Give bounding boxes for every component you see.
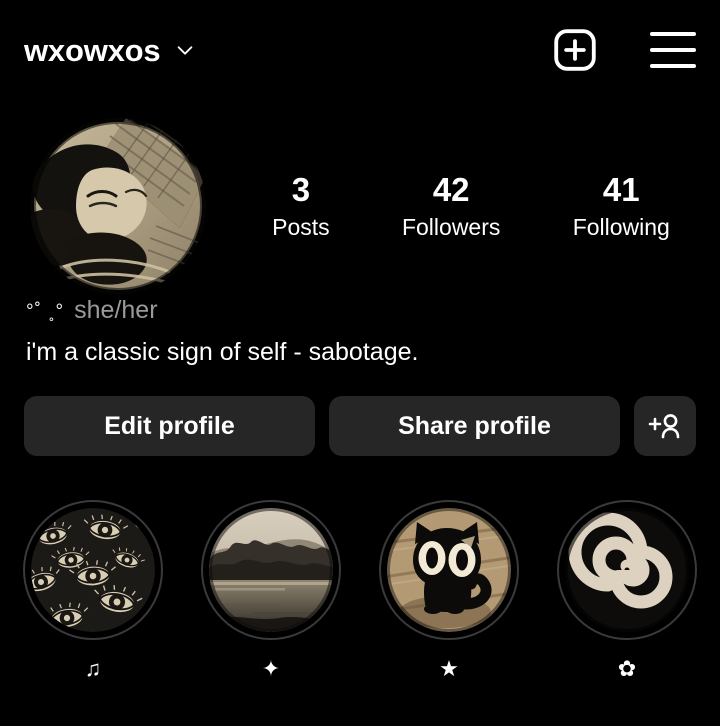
highlight-ring bbox=[23, 500, 163, 640]
highlight-cover-cat bbox=[387, 508, 511, 632]
new-post-button[interactable] bbox=[552, 27, 598, 73]
highlight-eyes[interactable]: ♫ bbox=[18, 500, 168, 682]
stats-row: 3 Posts 42 Followers 41 Following bbox=[206, 171, 720, 241]
menu-button[interactable] bbox=[650, 32, 696, 68]
highlight-landscape[interactable]: ✦ bbox=[196, 500, 346, 682]
highlight-spiral[interactable]: ✿ bbox=[552, 500, 702, 682]
posts-count: 3 bbox=[291, 170, 311, 208]
highlight-ring bbox=[557, 500, 697, 640]
bio-text: i'm a classic sign of self - sabotage. bbox=[26, 338, 419, 366]
highlight-cat[interactable]: ★ bbox=[374, 500, 524, 682]
posts-label: Posts bbox=[272, 213, 330, 240]
highlight-cover-eyes bbox=[31, 508, 155, 632]
profile-action-buttons: Edit profile Share profile bbox=[24, 396, 696, 456]
sparkle-decoration: °˚ ˳° bbox=[26, 301, 65, 322]
profile-summary-row: 3 Posts 42 Followers 41 Following bbox=[0, 118, 720, 294]
chevron-down-icon bbox=[178, 46, 193, 55]
eyes-pattern-image bbox=[31, 508, 155, 632]
account-switcher[interactable]: wxowxos bbox=[24, 35, 196, 66]
story-highlights: ♫ ✦ ★ ✿ bbox=[0, 500, 720, 682]
following-count: 41 bbox=[602, 170, 640, 208]
followers-label: Followers bbox=[401, 213, 501, 240]
highlight-label: ✿ bbox=[617, 656, 637, 681]
edit-profile-button[interactable]: Edit profile bbox=[24, 396, 315, 456]
share-profile-button[interactable]: Share profile bbox=[329, 396, 620, 456]
highlight-ring bbox=[379, 500, 519, 640]
stat-posts[interactable]: 3 Posts bbox=[272, 171, 330, 241]
avatar[interactable] bbox=[30, 118, 206, 294]
highlight-cover-landscape bbox=[209, 508, 333, 632]
cat-image bbox=[387, 508, 511, 632]
plus-square-icon bbox=[554, 29, 596, 71]
highlight-label: ♫ bbox=[84, 656, 102, 681]
bio-section: °˚ ˳° she/her i'm a classic sign of self… bbox=[26, 296, 686, 367]
avatar-image bbox=[30, 118, 206, 294]
highlight-label: ✦ bbox=[261, 656, 281, 681]
spiral-image bbox=[565, 508, 689, 632]
highlight-ring bbox=[201, 500, 341, 640]
top-bar-actions bbox=[552, 27, 696, 73]
add-person-icon bbox=[648, 414, 680, 439]
page-title: wxowxos bbox=[24, 32, 161, 68]
instagram-profile-screen: wxowxos 3 Posts 42 Followers 41 Followin… bbox=[0, 0, 720, 726]
highlight-label: ★ bbox=[439, 656, 459, 681]
landscape-image bbox=[209, 508, 333, 632]
following-label: Following bbox=[572, 213, 670, 240]
pronouns: she/her bbox=[74, 296, 158, 324]
highlight-cover-spiral bbox=[565, 508, 689, 632]
hamburger-menu-icon bbox=[650, 32, 696, 68]
pronoun-line: °˚ ˳° she/her bbox=[26, 296, 686, 328]
top-bar: wxowxos bbox=[0, 0, 720, 100]
followers-count: 42 bbox=[432, 170, 470, 208]
stat-followers[interactable]: 42 Followers bbox=[402, 171, 500, 241]
discover-people-button[interactable] bbox=[634, 396, 696, 456]
stat-following[interactable]: 41 Following bbox=[573, 171, 670, 241]
